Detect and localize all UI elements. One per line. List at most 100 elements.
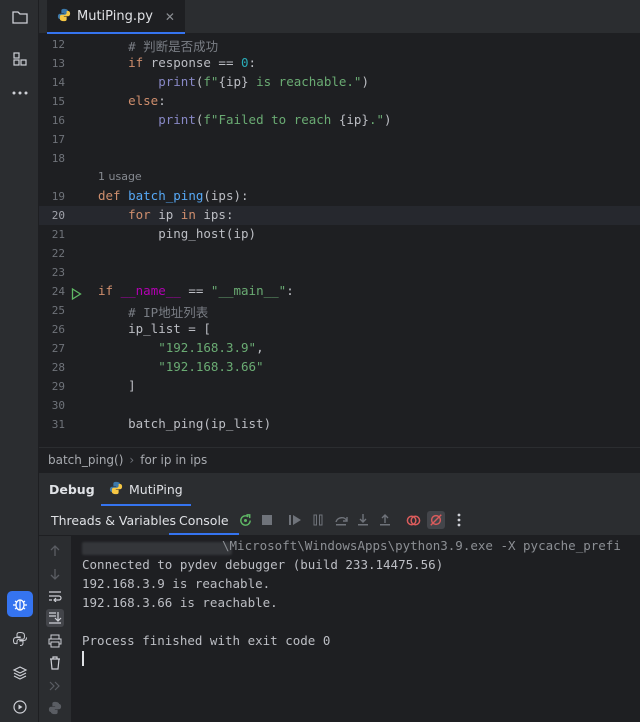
line-number[interactable]: 15	[39, 95, 65, 108]
console-output[interactable]: \Microsoft\WindowsApps\python3.9.exe -X …	[72, 536, 640, 722]
view-breakpoints-icon[interactable]	[405, 512, 421, 528]
code-line[interactable]: 23	[39, 263, 640, 282]
line-number[interactable]: 29	[39, 380, 65, 393]
code-line[interactable]: 22	[39, 244, 640, 263]
code-line[interactable]: 21 ping_host(ip)	[39, 225, 640, 244]
tab-threads-variables-label: Threads & Variables	[51, 513, 177, 528]
rerun-icon[interactable]	[237, 512, 253, 528]
code-text: ]	[98, 378, 136, 393]
tab-threads-variables[interactable]: Threads & Variables	[51, 506, 176, 535]
editor-tab[interactable]: MutiPing.py ✕	[47, 0, 185, 34]
python-icon-muted[interactable]	[46, 699, 64, 717]
code-text: # 判断是否成功	[128, 39, 219, 54]
editor-tab-bar: MutiPing.py ✕	[39, 0, 640, 34]
line-number[interactable]: 16	[39, 114, 65, 127]
line-number[interactable]: 22	[39, 247, 65, 260]
code-line[interactable]: 19 def batch_ping(ips):	[39, 187, 640, 206]
arrow-up-icon[interactable]	[46, 542, 64, 560]
code-line[interactable]: 12 # 判断是否成功	[39, 35, 640, 54]
line-number[interactable]: 17	[39, 133, 65, 146]
code-text: if __name__ == "__main__":	[98, 283, 294, 298]
code-line[interactable]: 30	[39, 396, 640, 415]
code-text: ip_list = [	[98, 321, 211, 336]
line-number[interactable]: 21	[39, 228, 65, 241]
line-number[interactable]: 12	[39, 38, 65, 51]
code-line[interactable]: 27 "192.168.3.9",	[39, 339, 640, 358]
code-line[interactable]: 24 if __name__ == "__main__":	[39, 282, 640, 301]
code-editor[interactable]: 12 # 判断是否成功 13 if response == 0: 14 print(…	[39, 34, 640, 447]
code-text: # IP地址列表	[128, 305, 209, 320]
code-line[interactable]: 20 for ip in ips:	[39, 206, 640, 225]
code-line[interactable]: 25 # IP地址列表	[39, 301, 640, 320]
line-number[interactable]: 18	[39, 152, 65, 165]
mute-breakpoints-icon[interactable]	[427, 511, 445, 529]
line-number[interactable]: 30	[39, 399, 65, 412]
layers-icon[interactable]	[7, 660, 33, 686]
usage-hint[interactable]: 1 usage	[98, 170, 142, 183]
editor-tab-label: MutiPing.py	[77, 9, 153, 24]
console-line: Process finished with exit code 0	[82, 633, 331, 648]
scroll-to-end-icon[interactable]	[46, 609, 64, 627]
code-text: print(f"{ip} is reachable.")	[158, 74, 369, 89]
debug-title: Debug	[49, 482, 95, 497]
code-text: batch_ping(ip_list)	[98, 416, 272, 431]
code-line[interactable]: 15 else:	[39, 92, 640, 111]
line-number[interactable]: 19	[39, 190, 65, 203]
code-line[interactable]: 17	[39, 130, 640, 149]
step-out-icon[interactable]	[377, 512, 393, 528]
python-file-icon	[57, 8, 71, 26]
line-number[interactable]: 23	[39, 266, 65, 279]
project-folder-icon[interactable]	[7, 4, 33, 30]
code-line[interactable]: 14 print(f"{ip} is reachable.")	[39, 73, 640, 92]
more-icon[interactable]	[7, 80, 33, 106]
debug-toolbar: Threads & Variables Console	[39, 506, 640, 536]
stop-icon[interactable]	[259, 512, 275, 528]
line-number[interactable]: 20	[39, 209, 65, 222]
soft-wrap-icon[interactable]	[46, 587, 64, 605]
line-number[interactable]: 25	[39, 304, 65, 317]
console-line: Connected to pydev debugger (build 233.1…	[82, 557, 444, 572]
code-line[interactable]: 13 if response == 0:	[39, 54, 640, 73]
code-text: ping_host(ip)	[98, 226, 257, 241]
print-icon[interactable]	[46, 632, 64, 650]
trash-icon[interactable]	[46, 654, 64, 672]
line-number[interactable]: 26	[39, 323, 65, 336]
line-number[interactable]: 14	[39, 76, 65, 89]
code-line[interactable]: 31 batch_ping(ip_list)	[39, 415, 640, 434]
line-number[interactable]: 24	[39, 285, 65, 298]
step-into-icon[interactable]	[355, 512, 371, 528]
resume-icon[interactable]	[287, 512, 303, 528]
arrow-down-icon[interactable]	[46, 565, 64, 583]
redacted-path	[82, 542, 232, 555]
code-text: "192.168.3.66"	[158, 359, 264, 374]
breadcrumb: batch_ping() › for ip in ips	[39, 447, 640, 472]
pause-icon[interactable]	[310, 512, 326, 528]
python-console-icon[interactable]	[7, 626, 33, 652]
structure-icon[interactable]	[7, 46, 33, 72]
tab-console[interactable]: Console	[169, 506, 239, 535]
breadcrumb-item-function[interactable]: batch_ping()	[48, 453, 123, 467]
services-icon[interactable]	[7, 694, 33, 720]
code-line[interactable]: 26 ip_list = [	[39, 320, 640, 339]
code-line[interactable]: 28 "192.168.3.66"	[39, 358, 640, 377]
code-text: def batch_ping(ips):	[98, 188, 249, 203]
close-tab-icon[interactable]: ✕	[165, 10, 175, 24]
line-number[interactable]: 27	[39, 342, 65, 355]
breadcrumb-item-loop[interactable]: for ip in ips	[140, 453, 207, 467]
code-text: for ip in ips:	[128, 207, 234, 222]
chevron-right-icon: ›	[129, 453, 135, 467]
input-caret	[82, 651, 84, 666]
line-number[interactable]: 31	[39, 418, 65, 431]
chevrons-right-icon[interactable]	[46, 677, 64, 695]
console-command-line: \Microsoft\WindowsApps\python3.9.exe -X …	[222, 538, 621, 553]
code-line[interactable]: 16 print(f"Failed to reach {ip}.")	[39, 111, 640, 130]
debug-session-tab[interactable]: MutiPing	[101, 473, 191, 506]
line-number[interactable]: 13	[39, 57, 65, 70]
console-line: 192.168.3.9 is reachable.	[82, 576, 271, 591]
code-line[interactable]: 29 ]	[39, 377, 640, 396]
more-vertical-icon[interactable]	[451, 512, 467, 528]
step-over-icon[interactable]	[333, 512, 349, 528]
line-number[interactable]: 28	[39, 361, 65, 374]
debug-icon[interactable]	[7, 591, 33, 617]
code-line[interactable]: 18	[39, 149, 640, 168]
